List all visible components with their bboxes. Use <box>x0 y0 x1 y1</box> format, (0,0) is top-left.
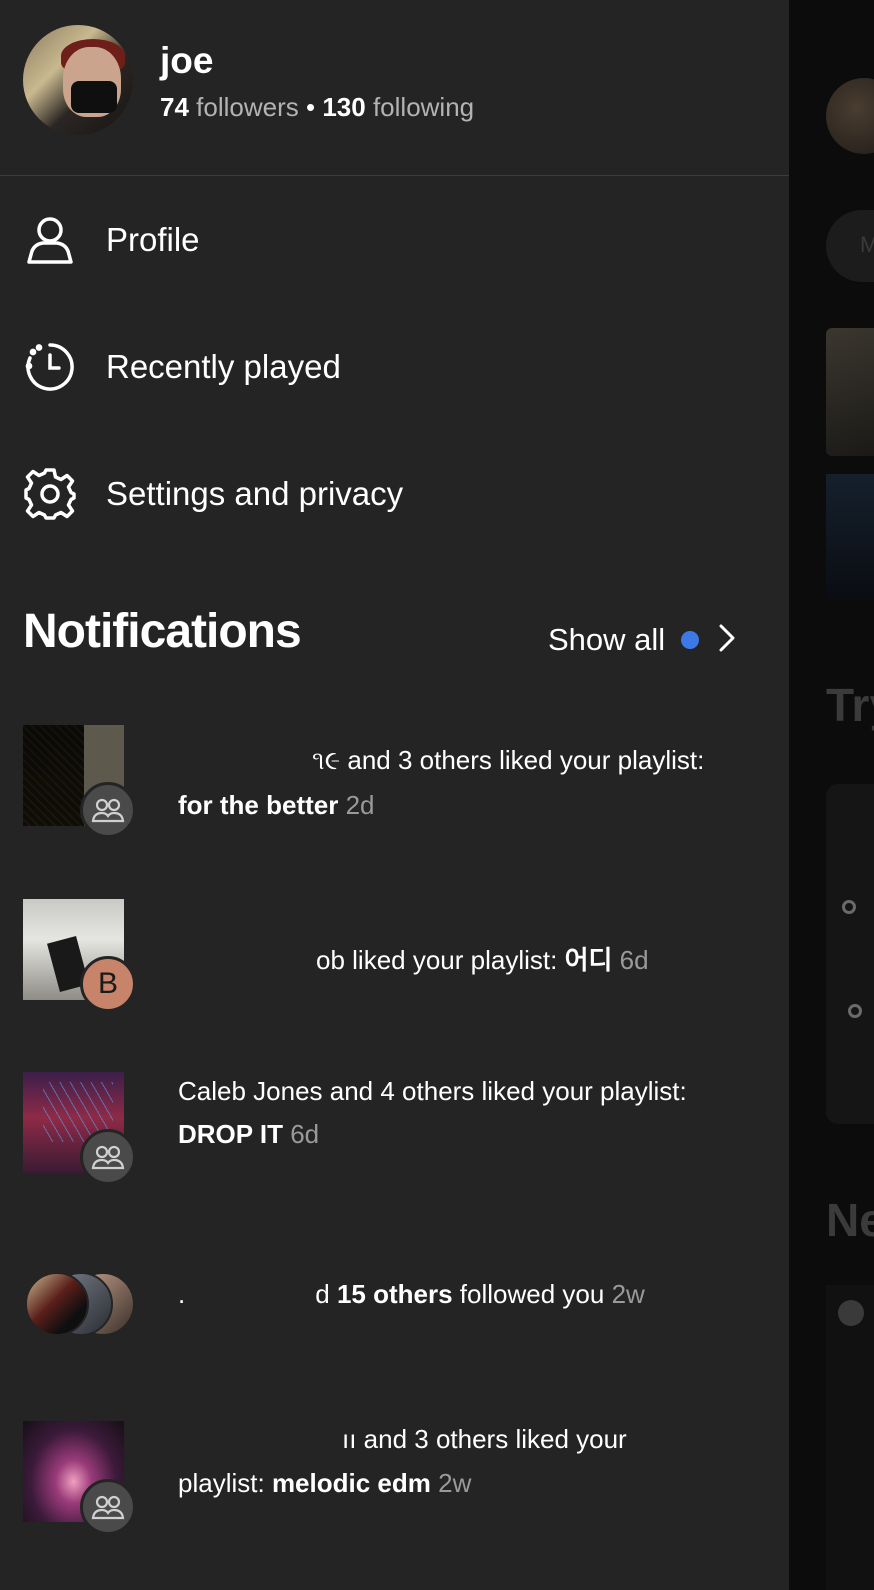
notification-dot: . <box>178 1279 186 1309</box>
timestamp: 2w <box>611 1279 645 1309</box>
background-card <box>826 784 874 1124</box>
background-tile <box>826 328 874 456</box>
notifications-title: Notifications <box>23 605 302 658</box>
timestamp: 2w <box>438 1468 472 1498</box>
background-avatar <box>826 78 874 154</box>
background-filter-chip: M <box>826 210 874 282</box>
notification-item[interactable]: ૧૯ and 3 others liked your playlist: for… <box>0 720 789 840</box>
spotify-logo-icon <box>838 1300 864 1326</box>
group-icon <box>80 1129 136 1185</box>
notification-text-line: DROP IT 6d <box>178 1111 319 1157</box>
notification-text-line: ૧૯ and 3 others liked your playlist: <box>312 737 704 783</box>
menu-item-profile[interactable]: Profile <box>0 190 789 290</box>
profile-header[interactable]: joe 74 followers • 130 following <box>0 0 789 176</box>
background-heading: Try <box>826 679 874 731</box>
notification-text-line: . d 15 others followed you 2w <box>178 1271 645 1317</box>
group-icon <box>80 1479 136 1535</box>
menu-item-settings[interactable]: Settings and privacy <box>0 444 789 544</box>
notification-text-line: ob liked your playlist: 어디 6d <box>316 937 649 983</box>
separator: • <box>305 92 316 122</box>
timestamp: 2d <box>345 790 375 820</box>
background-chip-label: M <box>860 232 874 257</box>
avatar: B <box>80 956 136 1012</box>
timestamp: 6d <box>290 1119 320 1149</box>
background-dot <box>848 1004 862 1018</box>
notification-lead: ૧૯ and 3 others liked your playlist: <box>312 745 705 775</box>
notification-strong: 15 others <box>336 1279 453 1309</box>
notification-item[interactable]: ıı and 3 others liked your playlist: mel… <box>0 1405 789 1535</box>
notification-item[interactable]: . d 15 others followed you 2w <box>0 1262 789 1342</box>
notification-lead: ıı and 3 others liked your <box>342 1424 627 1454</box>
menu-item-recently-played[interactable]: Recently played <box>0 317 789 417</box>
follow-stats: 74 followers • 130 following <box>160 92 474 123</box>
timestamp: 6d <box>619 945 649 975</box>
followers-label: followers <box>196 92 299 122</box>
playlist-name: melodic edm <box>271 1468 431 1498</box>
username: joe <box>160 40 214 81</box>
gear-icon <box>23 467 77 521</box>
notification-item[interactable]: Caleb Jones and 4 others liked your play… <box>0 1067 789 1187</box>
background-heading: Ne <box>826 1194 874 1246</box>
menu-label: Recently played <box>106 348 341 385</box>
notification-item[interactable]: B ob liked your playlist: 어디 6d <box>0 893 789 1013</box>
notification-lead: d <box>315 1279 330 1309</box>
avatar <box>25 1272 89 1336</box>
notification-text-line: Caleb Jones and 4 others liked your play… <box>178 1068 687 1114</box>
background-tile <box>826 474 874 600</box>
notification-lead: Caleb Jones and 4 others liked your play… <box>178 1076 687 1106</box>
following-count: 130 <box>322 92 366 122</box>
avatar[interactable] <box>23 25 133 135</box>
show-all-button[interactable]: Show all <box>548 615 737 665</box>
side-drawer: joe 74 followers • 130 following Profile <box>0 0 789 1590</box>
background-card <box>826 1285 874 1590</box>
history-icon <box>23 340 77 394</box>
avatar-stack <box>25 1272 137 1338</box>
menu-label: Settings and privacy <box>106 475 404 512</box>
person-icon <box>23 213 77 267</box>
unread-dot <box>681 631 700 649</box>
chevron-right-icon <box>717 623 737 658</box>
notification-text-line: ıı and 3 others liked your <box>342 1416 627 1462</box>
followers-count: 74 <box>160 92 189 122</box>
menu-label: Profile <box>106 221 200 258</box>
group-icon <box>80 782 136 838</box>
notification-lead: playlist: <box>178 1468 265 1498</box>
notification-text-line: for the better 2d <box>178 782 375 828</box>
notification-lead: ob liked your playlist: <box>316 945 558 975</box>
playlist-name: DROP IT <box>178 1119 283 1149</box>
notification-lead: followed you <box>459 1279 605 1309</box>
show-all-label: Show all <box>548 622 666 657</box>
notification-text-line: playlist: melodic edm 2w <box>178 1460 471 1506</box>
playlist-name: for the better <box>178 790 339 820</box>
background-dot <box>842 900 856 914</box>
following-label: following <box>372 92 475 122</box>
playlist-name: 어디 <box>564 945 613 975</box>
